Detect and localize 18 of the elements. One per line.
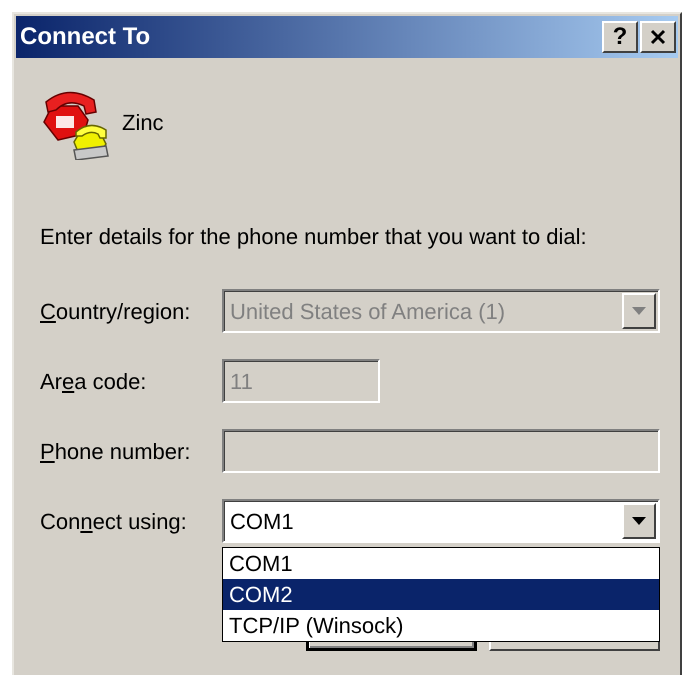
field-label: Phone number: [40,438,192,466]
dropdown-button[interactable] [622,503,656,539]
field-label: Country/region: [40,298,192,326]
window-title: Connect To [20,22,152,52]
field-value: COM1 [230,508,295,536]
dropdown-field[interactable]: COM1 [222,499,660,543]
field-value: United States of America (1) [230,298,506,326]
help-button[interactable]: ? [602,21,638,53]
field-label: Connect using: [40,508,188,536]
close-icon [650,29,666,45]
close-button[interactable] [640,21,676,53]
caret-icon [632,307,646,315]
connection-name: Zinc [122,108,164,136]
field-label: Area code: [40,368,148,396]
instruction-text: Enter details for the phone number that you want to dial: [40,223,588,251]
caret-icon [632,517,646,525]
field-value: 11 [230,368,253,396]
dropdown-option[interactable]: COM2 [223,579,659,610]
